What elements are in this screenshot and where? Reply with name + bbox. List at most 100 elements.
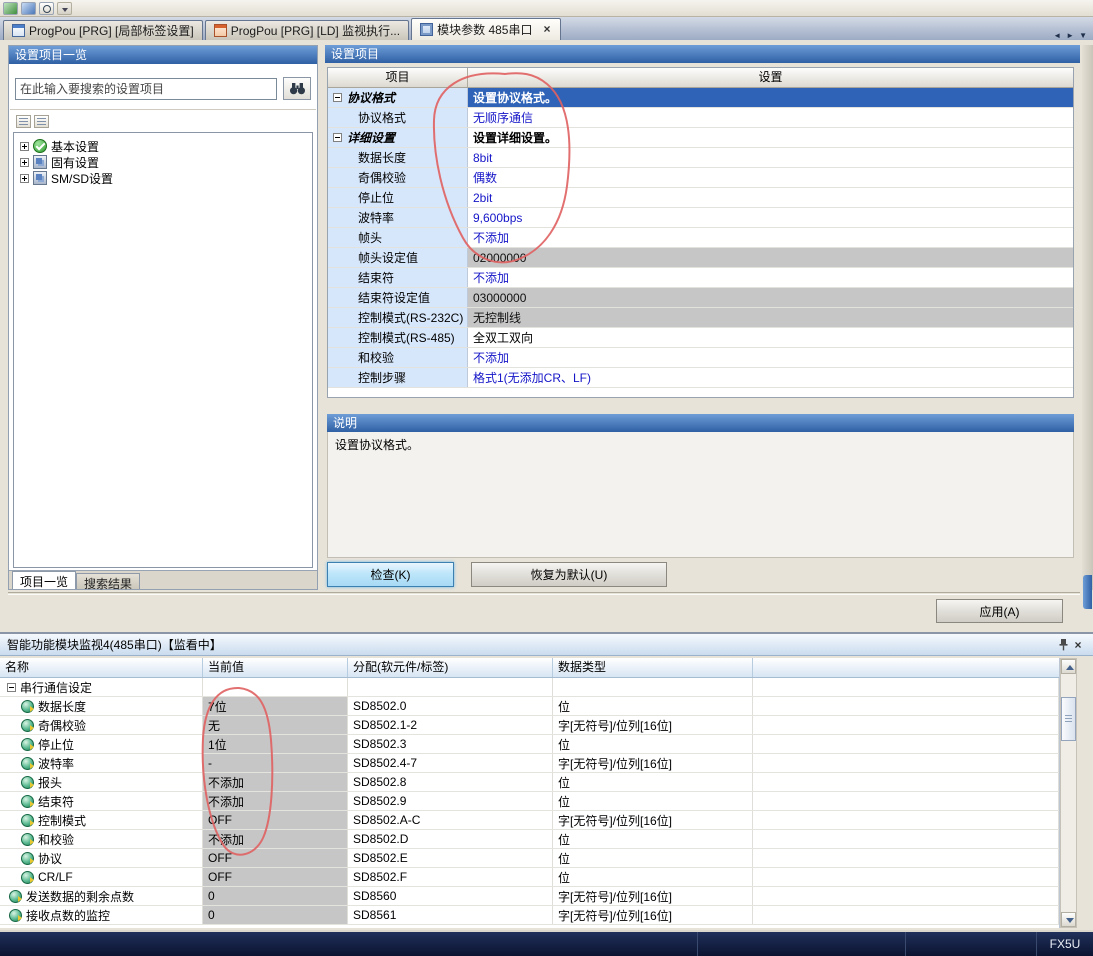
toolbar-icon[interactable] bbox=[3, 2, 18, 15]
expand-icon[interactable] bbox=[20, 142, 29, 151]
toolbar-icon[interactable] bbox=[21, 2, 36, 15]
expand-icon[interactable] bbox=[20, 174, 29, 183]
scroll-up-icon[interactable] bbox=[1061, 659, 1076, 674]
status-segment bbox=[698, 932, 906, 956]
setting-name: 协议格式 bbox=[358, 109, 406, 126]
scroll-tabs-left-icon[interactable]: ◄ bbox=[1053, 31, 1061, 40]
device-icon bbox=[21, 719, 34, 732]
settings-row[interactable]: 控制模式(RS-232C) 无控制线 bbox=[328, 308, 1073, 328]
monitor-table-header: 名称 当前值 分配(软元件/标签) 数据类型 bbox=[0, 658, 1059, 678]
collapse-icon[interactable] bbox=[333, 93, 342, 102]
monitor-row[interactable]: 停止位 1位 SD8502.3 位 bbox=[0, 735, 1059, 754]
monitor-filler-cell bbox=[753, 887, 1059, 905]
setting-value[interactable]: 无顺序通信 bbox=[468, 108, 1073, 127]
document-tab[interactable]: 模块参数 485串口 × bbox=[411, 18, 561, 40]
scroll-tabs-right-icon[interactable]: ► bbox=[1066, 31, 1074, 40]
settings-row[interactable]: 和校验 不添加 bbox=[328, 348, 1073, 368]
settings-row[interactable]: 帧头设定值 02000000 bbox=[328, 248, 1073, 268]
monitor-current-value: 无 bbox=[203, 716, 348, 734]
monitor-row[interactable]: 协议 OFF SD8502.E 位 bbox=[0, 849, 1059, 868]
monitor-assignment: SD8502.A-C bbox=[348, 811, 553, 829]
settings-row[interactable]: 停止位 2bit bbox=[328, 188, 1073, 208]
toolbar-icon[interactable] bbox=[57, 2, 72, 15]
setting-value[interactable]: 02000000 bbox=[468, 248, 1073, 267]
check-button[interactable]: 检查(K) bbox=[327, 562, 454, 587]
monitor-row[interactable]: 串行通信设定 bbox=[0, 678, 1059, 697]
collapse-icon[interactable] bbox=[7, 683, 16, 692]
settings-row[interactable]: 控制步骤 格式1(无添加CR、LF) bbox=[328, 368, 1073, 388]
expand-all-icon[interactable] bbox=[16, 115, 31, 128]
monitor-row[interactable]: 控制模式 OFF SD8502.A-C 字[无符号]/位列[16位] bbox=[0, 811, 1059, 830]
setting-value[interactable]: 无控制线 bbox=[468, 308, 1073, 327]
quick-access-toolbar bbox=[0, 0, 1093, 17]
device-icon bbox=[21, 757, 34, 770]
monitor-data-type: 位 bbox=[553, 773, 753, 791]
monitor-row[interactable]: 波特率 - SD8502.4-7 字[无符号]/位列[16位] bbox=[0, 754, 1059, 773]
monitor-current-value: OFF bbox=[203, 811, 348, 829]
monitor-row[interactable]: 数据长度 7位 SD8502.0 位 bbox=[0, 697, 1059, 716]
tab-menu-icon[interactable]: ▼ bbox=[1079, 31, 1087, 40]
setting-value[interactable]: 设置协议格式。 bbox=[468, 88, 1073, 107]
setting-value[interactable]: 03000000 bbox=[468, 288, 1073, 307]
monitor-row[interactable]: 接收点数的监控 0 SD8561 字[无符号]/位列[16位] bbox=[0, 906, 1059, 925]
restore-default-button[interactable]: 恢复为默认(U) bbox=[471, 562, 667, 587]
settings-row[interactable]: 数据长度 8bit bbox=[328, 148, 1073, 168]
monitor-row[interactable]: CR/LF OFF SD8502.F 位 bbox=[0, 868, 1059, 887]
monitor-row[interactable]: 奇偶校验 无 SD8502.1-2 字[无符号]/位列[16位] bbox=[0, 716, 1059, 735]
monitor-item-name-cell: 波特率 bbox=[0, 754, 203, 772]
settings-row[interactable]: 协议格式 无顺序通信 bbox=[328, 108, 1073, 128]
setting-value[interactable]: 格式1(无添加CR、LF) bbox=[468, 368, 1073, 387]
left-panel-tab[interactable]: 搜索结果 bbox=[76, 573, 140, 589]
monitor-row[interactable]: 结束符 不添加 SD8502.9 位 bbox=[0, 792, 1059, 811]
setting-value[interactable]: 不添加 bbox=[468, 268, 1073, 287]
settings-row[interactable]: 帧头 不添加 bbox=[328, 228, 1073, 248]
setting-value[interactable]: 不添加 bbox=[468, 228, 1073, 247]
monitor-row[interactable]: 报头 不添加 SD8502.8 位 bbox=[0, 773, 1059, 792]
setting-value[interactable]: 全双工双向 bbox=[468, 328, 1073, 347]
monitor-filler-cell bbox=[753, 849, 1059, 867]
vertical-scrollbar[interactable] bbox=[1060, 658, 1077, 928]
monitor-assignment: SD8502.4-7 bbox=[348, 754, 553, 772]
setting-value[interactable]: 偶数 bbox=[468, 168, 1073, 187]
monitor-assignment: SD8561 bbox=[348, 906, 553, 924]
search-input[interactable] bbox=[15, 78, 277, 100]
scroll-down-icon[interactable] bbox=[1061, 912, 1076, 927]
device-icon bbox=[21, 833, 34, 846]
settings-row[interactable]: 奇偶校验 偶数 bbox=[328, 168, 1073, 188]
monitor-data-type: 字[无符号]/位列[16位] bbox=[553, 906, 753, 924]
monitor-item-name-cell: 和校验 bbox=[0, 830, 203, 848]
setting-value[interactable]: 2bit bbox=[468, 188, 1073, 207]
collapse-icon[interactable] bbox=[333, 133, 342, 142]
settings-row[interactable]: 详细设置 设置详细设置。 bbox=[328, 128, 1073, 148]
settings-row[interactable]: 控制模式(RS-485) 全双工双向 bbox=[328, 328, 1073, 348]
document-tab[interactable]: ProgPou [PRG] [LD] 监视执行... bbox=[205, 20, 409, 40]
autohide-panel-tab[interactable] bbox=[1083, 575, 1092, 609]
setting-value[interactable]: 设置详细设置。 bbox=[468, 128, 1073, 147]
setting-value[interactable]: 8bit bbox=[468, 148, 1073, 167]
settings-row[interactable]: 结束符 不添加 bbox=[328, 268, 1073, 288]
setting-value[interactable]: 9,600bps bbox=[468, 208, 1073, 227]
monitor-row[interactable]: 和校验 不添加 SD8502.D 位 bbox=[0, 830, 1059, 849]
setting-name-cell: 协议格式 bbox=[328, 108, 468, 127]
monitor-filler-cell bbox=[753, 678, 1059, 696]
tree-item[interactable]: 基本设置 bbox=[16, 138, 310, 154]
settings-row[interactable]: 波特率 9,600bps bbox=[328, 208, 1073, 228]
tree-item[interactable]: SM/SD设置 bbox=[16, 170, 310, 186]
monitor-row[interactable]: 发送数据的剩余点数 0 SD8560 字[无符号]/位列[16位] bbox=[0, 887, 1059, 906]
monitor-item-name: 停止位 bbox=[38, 736, 74, 753]
collapse-all-icon[interactable] bbox=[34, 115, 49, 128]
tree-item[interactable]: 固有设置 bbox=[16, 154, 310, 170]
pin-icon[interactable] bbox=[1056, 638, 1070, 651]
search-button[interactable] bbox=[283, 77, 311, 100]
expand-icon[interactable] bbox=[20, 158, 29, 167]
settings-row[interactable]: 协议格式 设置协议格式。 bbox=[328, 88, 1073, 108]
toolbar-icon[interactable] bbox=[39, 2, 54, 15]
setting-value[interactable]: 不添加 bbox=[468, 348, 1073, 367]
apply-button[interactable]: 应用(A) bbox=[936, 599, 1063, 623]
close-icon[interactable]: × bbox=[1070, 638, 1086, 652]
left-panel-tab[interactable]: 项目一览 bbox=[12, 571, 76, 589]
document-tab[interactable]: ProgPou [PRG] [局部标签设置] bbox=[3, 20, 203, 40]
tab-close-icon[interactable]: × bbox=[541, 24, 552, 35]
scrollbar-thumb[interactable] bbox=[1061, 697, 1076, 741]
settings-row[interactable]: 结束符设定值 03000000 bbox=[328, 288, 1073, 308]
